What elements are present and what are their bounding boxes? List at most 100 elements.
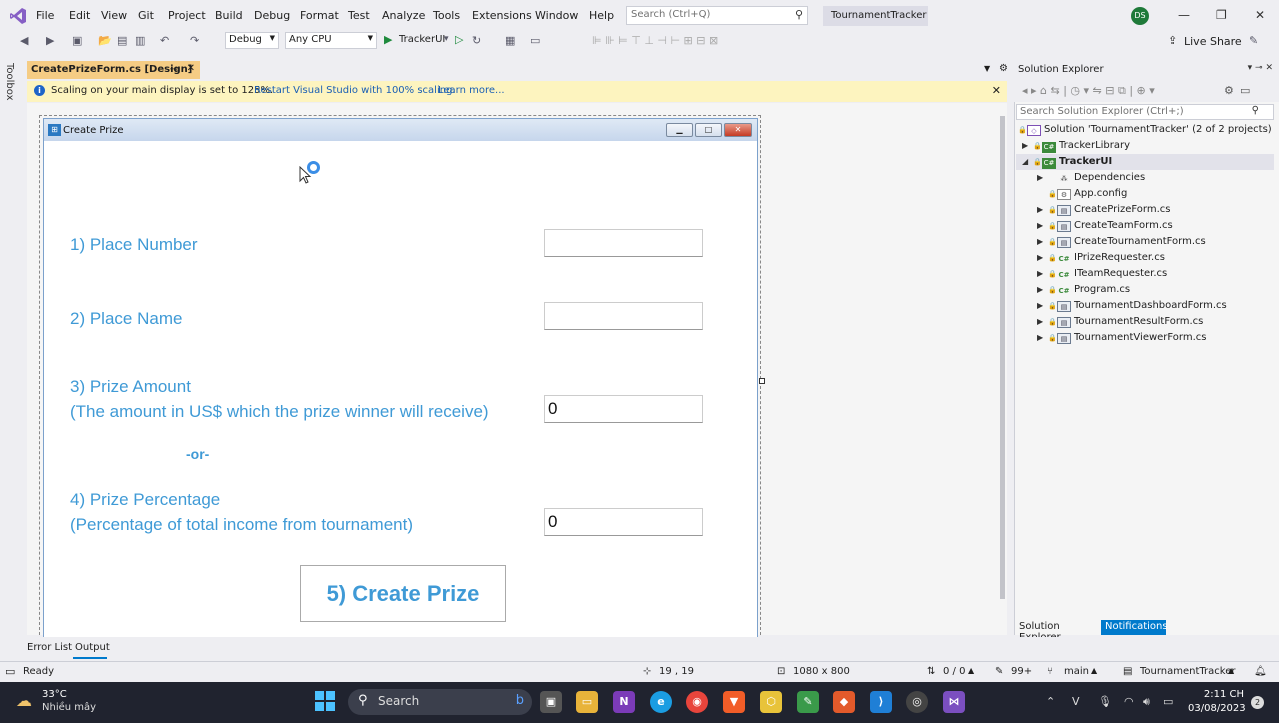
menu-view[interactable]: View xyxy=(101,9,127,22)
visual-studio-icon[interactable]: ⋈ xyxy=(943,691,965,713)
tree-item[interactable]: ▶ 🔒 ▤ TournamentDashboardForm.cs xyxy=(1037,300,1227,312)
tree-item[interactable]: ▶ 🔒 ▤ TournamentViewerForm.cs xyxy=(1037,332,1207,344)
redo-icon[interactable]: ↷ xyxy=(190,34,199,47)
solution-explorer-search-input[interactable]: Search Solution Explorer (Ctrl+;) ⚲ xyxy=(1016,104,1274,120)
battery-icon[interactable]: ▭ xyxy=(1163,695,1173,708)
volume-icon[interactable]: 🔊︎ xyxy=(1143,695,1150,709)
tray-app-icon[interactable]: V xyxy=(1072,695,1080,708)
expand-icon[interactable]: ▶ xyxy=(1037,285,1048,294)
close-icon[interactable]: ✕ xyxy=(992,84,1001,97)
git-client-icon[interactable]: ◆ xyxy=(833,691,855,713)
pencil-icon[interactable]: ✎ xyxy=(995,666,1003,677)
onenote-icon[interactable]: N xyxy=(613,691,635,713)
learn-more-link[interactable]: Learn more... xyxy=(438,85,505,96)
browse-icon[interactable]: ▦ xyxy=(505,34,515,47)
avatar[interactable]: DS xyxy=(1131,7,1149,25)
show-hidden-icons[interactable]: ⌃ xyxy=(1046,695,1055,708)
start-icon[interactable]: ▶ xyxy=(384,33,392,46)
expand-icon[interactable]: ▶ xyxy=(1037,237,1048,246)
tab-create-prize-form-design[interactable]: CreatePrizeForm.cs [Design] ⊸ ✕ xyxy=(27,61,200,79)
menu-edit[interactable]: Edit xyxy=(69,9,90,22)
app-icon[interactable]: ✎ xyxy=(797,691,819,713)
se-toolbar-icons[interactable]: ◂ ▸ ⌂ ⇆ | ◷ ▾ ⇋ ⊟ ⧉ | ⊕ ▾ xyxy=(1022,84,1155,98)
collapse-icon[interactable]: ◢ xyxy=(1022,157,1033,166)
live-share-icon[interactable]: ⇪ xyxy=(1168,34,1177,47)
app-icon[interactable]: ⬡ xyxy=(760,691,782,713)
chrome-icon[interactable]: ◉ xyxy=(686,691,708,713)
restore-icon[interactable]: ❐ xyxy=(1216,8,1227,22)
notifications-bell-icon[interactable]: 🔔︎ xyxy=(1254,666,1267,677)
tree-project-trackerlibrary[interactable]: ▶ 🔒 C# TrackerLibrary xyxy=(1022,140,1130,153)
weather-description[interactable]: Nhiều mây xyxy=(42,702,96,713)
git-repository[interactable]: TournamentTracker xyxy=(1140,666,1236,677)
feedback-icon[interactable]: ✎ xyxy=(1249,34,1258,47)
minimize-icon[interactable]: — xyxy=(1178,8,1190,22)
menu-tools[interactable]: Tools xyxy=(433,9,460,22)
designer-scrollbar[interactable] xyxy=(1000,116,1005,599)
file-explorer-icon[interactable]: ▭ xyxy=(576,691,598,713)
menu-debug[interactable]: Debug xyxy=(254,9,290,22)
taskbar-search-box[interactable]: ⚲ Search b xyxy=(348,689,532,715)
expand-icon[interactable]: ▶ xyxy=(1037,253,1048,262)
menu-window[interactable]: Window xyxy=(535,9,578,22)
visual-studio-logo-icon[interactable] xyxy=(8,6,28,26)
restart-scaling-link[interactable]: Restart Visual Studio with 100% scaling. xyxy=(254,85,456,96)
align-toolbar-icon[interactable]: ⊫ ⊪ ⊨ ⊤ ⊥ ⊣ ⊢ ⊞ ⊟ ⊠ xyxy=(592,34,718,47)
expand-icon[interactable]: ▶ xyxy=(1037,173,1048,182)
solution-name-badge[interactable]: TournamentTracker xyxy=(823,6,928,26)
tree-project-trackerui[interactable]: ◢ 🔒 C# TrackerUI xyxy=(1022,156,1112,169)
tree-item[interactable]: ▶ 🔒 C# ITeamRequester.cs xyxy=(1037,268,1167,281)
live-share-button[interactable]: Live Share xyxy=(1184,35,1242,48)
new-project-icon[interactable]: ▣ xyxy=(72,34,82,47)
close-icon[interactable]: ✕ xyxy=(1255,8,1265,22)
task-view-icon[interactable]: ▣ xyxy=(540,691,562,713)
tab-dropdown-icon[interactable]: ▼ xyxy=(984,64,990,73)
chevron-down-icon[interactable]: ▾ xyxy=(444,34,449,44)
microphone-icon[interactable]: 🎙︎ xyxy=(1098,695,1112,708)
expand-icon[interactable]: ▶ xyxy=(1037,301,1048,310)
back-icon[interactable]: ◀ xyxy=(20,34,28,47)
place-number-input[interactable] xyxy=(544,229,703,257)
obs-icon[interactable]: ◎ xyxy=(906,691,928,713)
clock-date[interactable]: 03/08/2023 xyxy=(1188,703,1246,714)
search-input[interactable]: Search (Ctrl+Q) ⚲ xyxy=(626,6,808,25)
weather-cloud-icon[interactable]: ☁ xyxy=(16,691,32,710)
save-all-icon[interactable]: ▥ xyxy=(135,34,145,47)
tree-item[interactable]: ▶ 🔒 C# IPrizeRequester.cs xyxy=(1037,252,1165,265)
hot-reload-icon[interactable]: ↻ xyxy=(472,34,481,47)
tab-output[interactable]: Output xyxy=(75,642,110,653)
brave-icon[interactable]: ▼ xyxy=(723,691,745,713)
wifi-icon[interactable]: ◠ xyxy=(1124,695,1134,708)
pin-icon[interactable]: ⊸ xyxy=(170,64,178,75)
tab-solution-explorer[interactable]: Solution Explorer xyxy=(1016,620,1100,643)
close-tab-icon[interactable]: ✕ xyxy=(187,63,195,74)
git-changes-count[interactable]: 0 / 0 xyxy=(943,666,965,677)
wrench-icon[interactable]: ⚙ xyxy=(1224,84,1234,97)
expand-icon[interactable]: ▶ xyxy=(1037,317,1048,326)
tree-item[interactable]: ▶ 🔒 C# Program.cs xyxy=(1037,284,1130,297)
windows-start-icon[interactable] xyxy=(315,691,335,711)
prize-amount-input[interactable]: 0 xyxy=(544,395,703,423)
tree-item[interactable]: ▶ 🔒 ▤ TournamentResultForm.cs xyxy=(1037,316,1203,328)
gear-icon[interactable]: ⚙ xyxy=(999,63,1008,74)
git-changes-icon[interactable]: ⇅ xyxy=(927,666,935,677)
git-branch[interactable]: main xyxy=(1064,666,1089,677)
toolbox-tab[interactable]: Toolbox xyxy=(4,63,15,101)
form-resize-handle[interactable] xyxy=(759,378,765,384)
prize-percentage-input[interactable]: 0 xyxy=(544,508,703,536)
edge-icon[interactable]: e xyxy=(650,691,672,713)
tree-item[interactable]: ▶ 🔒 ▤ CreatePrizeForm.cs xyxy=(1037,204,1170,216)
repo-icon[interactable]: ▤ xyxy=(1123,666,1132,677)
tree-item[interactable]: ▶ ⁂ Dependencies xyxy=(1037,172,1145,185)
notification-count-badge[interactable]: 2 xyxy=(1251,696,1264,709)
preview-icon[interactable]: ▭ xyxy=(1240,84,1250,97)
menu-file[interactable]: File xyxy=(36,9,54,22)
platform-select[interactable]: Any CPU ▼ xyxy=(285,32,377,49)
tree-item[interactable]: ▶ 🔒 ▤ CreateTournamentForm.cs xyxy=(1037,236,1206,248)
expand-icon[interactable]: ▶ xyxy=(1037,269,1048,278)
weather-temperature[interactable]: 33°C xyxy=(42,689,67,700)
menu-git[interactable]: Git xyxy=(138,9,154,22)
expand-icon[interactable]: ▶ xyxy=(1037,221,1048,230)
expand-icon[interactable]: ▶ xyxy=(1037,205,1048,214)
tab-notifications[interactable]: Notifications xyxy=(1101,620,1168,635)
